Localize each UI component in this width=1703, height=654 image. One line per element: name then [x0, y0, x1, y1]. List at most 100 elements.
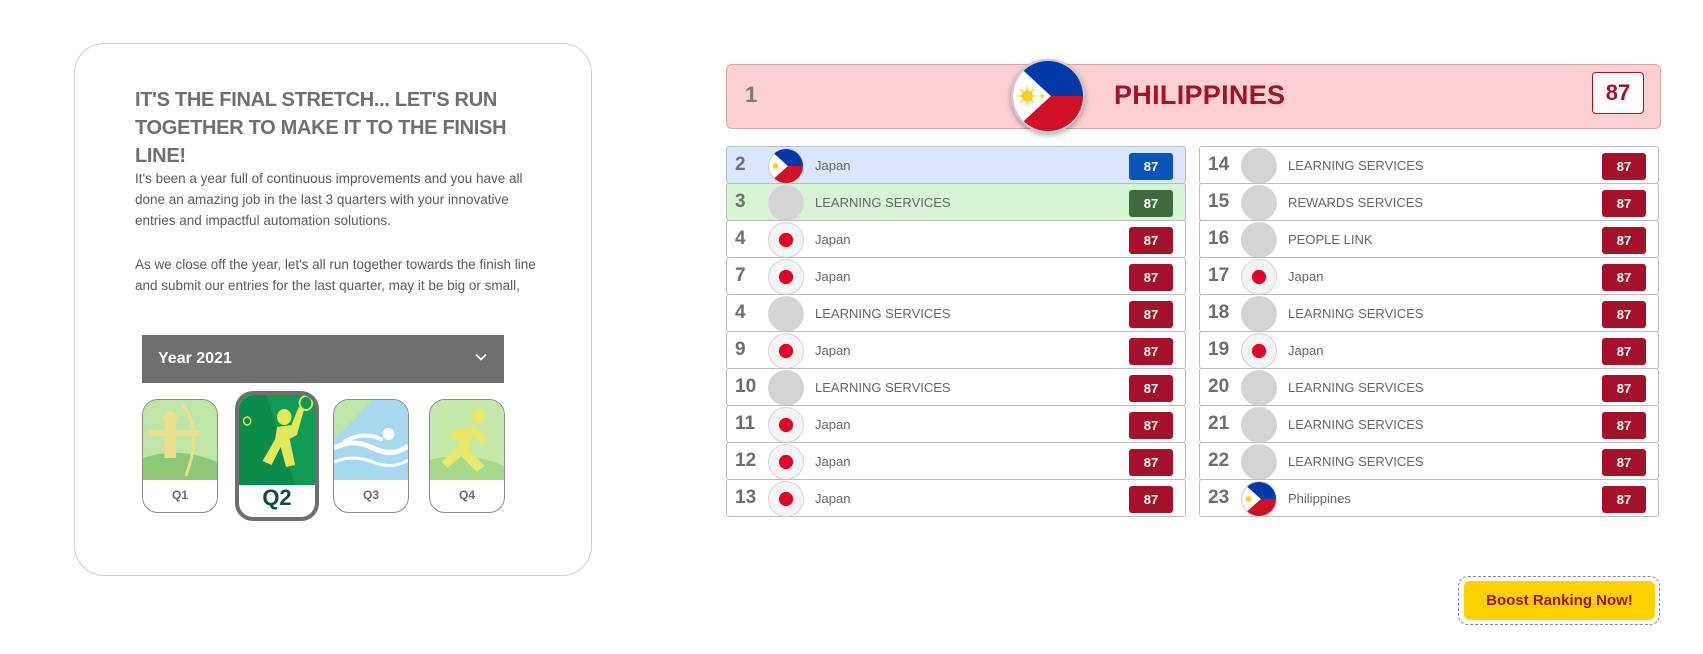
year-select-label: Year 2021 [158, 350, 232, 367]
row-rank: 21 [1208, 413, 1230, 434]
leaderboard-row: 13 Japan 87 [726, 479, 1186, 517]
leaderboard-row: 11 Japan 87 [726, 405, 1186, 443]
japan-flag-icon [1241, 259, 1277, 295]
intro-card: IT'S THE FINAL STRETCH... LET'S RUN TOGE… [74, 43, 592, 576]
row-name: Philippines [1288, 491, 1351, 506]
boost-ranking-button[interactable]: Boost Ranking Now! [1464, 581, 1655, 620]
quarter-label-q4: Q4 [458, 488, 475, 502]
avatar-placeholder-icon [768, 296, 804, 332]
row-score-badge: 87 [1602, 264, 1646, 291]
badminton-icon [239, 395, 315, 485]
row-score-badge: 87 [1129, 264, 1173, 291]
row-rank: 19 [1208, 339, 1230, 360]
row-rank: 18 [1208, 302, 1230, 323]
philippines-flag-icon [1011, 59, 1085, 133]
quarter-card-q1[interactable]: Q1 [142, 399, 218, 513]
row-score-badge: 87 [1602, 338, 1646, 365]
quarter-label-q1: Q1 [171, 488, 188, 502]
row-name: LEARNING SERVICES [1288, 454, 1424, 469]
row-score-badge: 87 [1129, 190, 1173, 217]
avatar-placeholder-icon [1241, 407, 1277, 443]
row-name: Japan [815, 232, 851, 247]
row-score-badge: 87 [1602, 486, 1646, 513]
row-score-badge: 87 [1602, 153, 1646, 180]
japan-flag-icon [768, 481, 804, 517]
row-rank: 20 [1208, 376, 1230, 397]
row-score-badge: 87 [1602, 227, 1646, 254]
row-name: LEARNING SERVICES [815, 195, 951, 210]
avatar-placeholder-icon [768, 370, 804, 406]
row-score-badge: 87 [1602, 375, 1646, 402]
avatar-placeholder-icon [1241, 370, 1277, 406]
row-rank: 3 [735, 191, 746, 212]
japan-flag-icon [768, 222, 804, 258]
row-rank: 17 [1208, 265, 1230, 286]
boost-button-frame: Boost Ranking Now! [1458, 576, 1660, 625]
leaderboard-row: 7 Japan 87 [726, 257, 1186, 295]
leaderboard-row: 14 LEARNING SERVICES 87 [1199, 146, 1659, 184]
row-name: LEARNING SERVICES [1288, 417, 1424, 432]
leader-name: PHILIPPINES [1114, 80, 1286, 110]
row-rank: 11 [735, 413, 756, 434]
row-rank: 13 [735, 487, 757, 508]
leaderboard-row: 16 PEOPLE LINK 87 [1199, 220, 1659, 258]
row-name: Japan [815, 158, 851, 173]
avatar-placeholder-icon [1241, 148, 1277, 184]
year-select[interactable]: Year 2021 [142, 335, 504, 383]
leaderboard-row: 2 Japan 87 [726, 146, 1186, 184]
row-name: LEARNING SERVICES [1288, 306, 1424, 321]
row-rank: 2 [735, 154, 746, 175]
row-score-badge: 87 [1129, 486, 1173, 513]
intro-paragraph-2: As we close off the year, let's all run … [135, 257, 536, 293]
row-name: Japan [1288, 343, 1324, 358]
avatar-placeholder-icon [1241, 185, 1277, 221]
leaderboard-row: 3 LEARNING SERVICES 87 [726, 183, 1186, 221]
row-rank: 16 [1208, 228, 1230, 249]
row-name: PEOPLE LINK [1288, 232, 1373, 247]
row-name: Japan [815, 269, 851, 284]
row-score-badge: 87 [1602, 412, 1646, 439]
leaderboard-row: 23 Philippines 87 [1199, 479, 1659, 517]
leaderboard-row: 21 LEARNING SERVICES 87 [1199, 405, 1659, 443]
avatar-placeholder-icon [768, 185, 804, 221]
japan-flag-icon [768, 333, 804, 369]
philippines-flag-icon [1241, 481, 1277, 517]
avatar-placeholder-icon [1241, 222, 1277, 258]
japan-flag-icon [768, 259, 804, 295]
leaderboard-row: 4 LEARNING SERVICES 87 [726, 294, 1186, 332]
japan-flag-icon [768, 407, 804, 443]
quarter-selector: Q1 Q2 Q3 Q4 [142, 391, 505, 529]
row-name: LEARNING SERVICES [815, 306, 951, 321]
leaderboard-row: 19 Japan 87 [1199, 331, 1659, 369]
row-rank: 4 [735, 302, 746, 323]
quarter-card-q4[interactable]: Q4 [429, 399, 505, 513]
leaderboard-first-place: 1 PHILIPPINES 87 [726, 59, 1661, 133]
quarter-label-q2: Q2 [262, 485, 292, 510]
avatar-placeholder-icon [1241, 296, 1277, 332]
avatar-placeholder-icon [1241, 444, 1277, 480]
leaderboard-row: 22 LEARNING SERVICES 87 [1199, 442, 1659, 480]
leaderboard-row: 4 Japan 87 [726, 220, 1186, 258]
leaderboard-row: 15 REWARDS SERVICES 87 [1199, 183, 1659, 221]
row-rank: 23 [1208, 487, 1230, 508]
running-icon [430, 400, 504, 480]
row-rank: 12 [735, 450, 757, 471]
leaderboard-row: 10 LEARNING SERVICES 87 [726, 368, 1186, 406]
row-name: LEARNING SERVICES [815, 380, 951, 395]
leaderboard-row: 17 Japan 87 [1199, 257, 1659, 295]
row-name: Japan [815, 343, 851, 358]
row-name: Japan [1288, 269, 1324, 284]
row-rank: 22 [1208, 450, 1230, 471]
quarter-card-q2[interactable]: Q2 [235, 391, 319, 521]
row-rank: 14 [1208, 154, 1230, 175]
row-rank: 9 [735, 339, 746, 360]
quarter-card-q3[interactable]: Q3 [333, 399, 409, 513]
archery-icon [143, 400, 217, 480]
row-rank: 4 [735, 228, 746, 249]
quarter-label-q3: Q3 [362, 488, 379, 502]
row-rank: 7 [735, 265, 746, 286]
leaderboard-row: 20 LEARNING SERVICES 87 [1199, 368, 1659, 406]
intro-heading: IT'S THE FINAL STRETCH... LET'S RUN TOGE… [135, 89, 507, 167]
row-score-badge: 87 [1129, 412, 1173, 439]
row-name: Japan [815, 454, 851, 469]
